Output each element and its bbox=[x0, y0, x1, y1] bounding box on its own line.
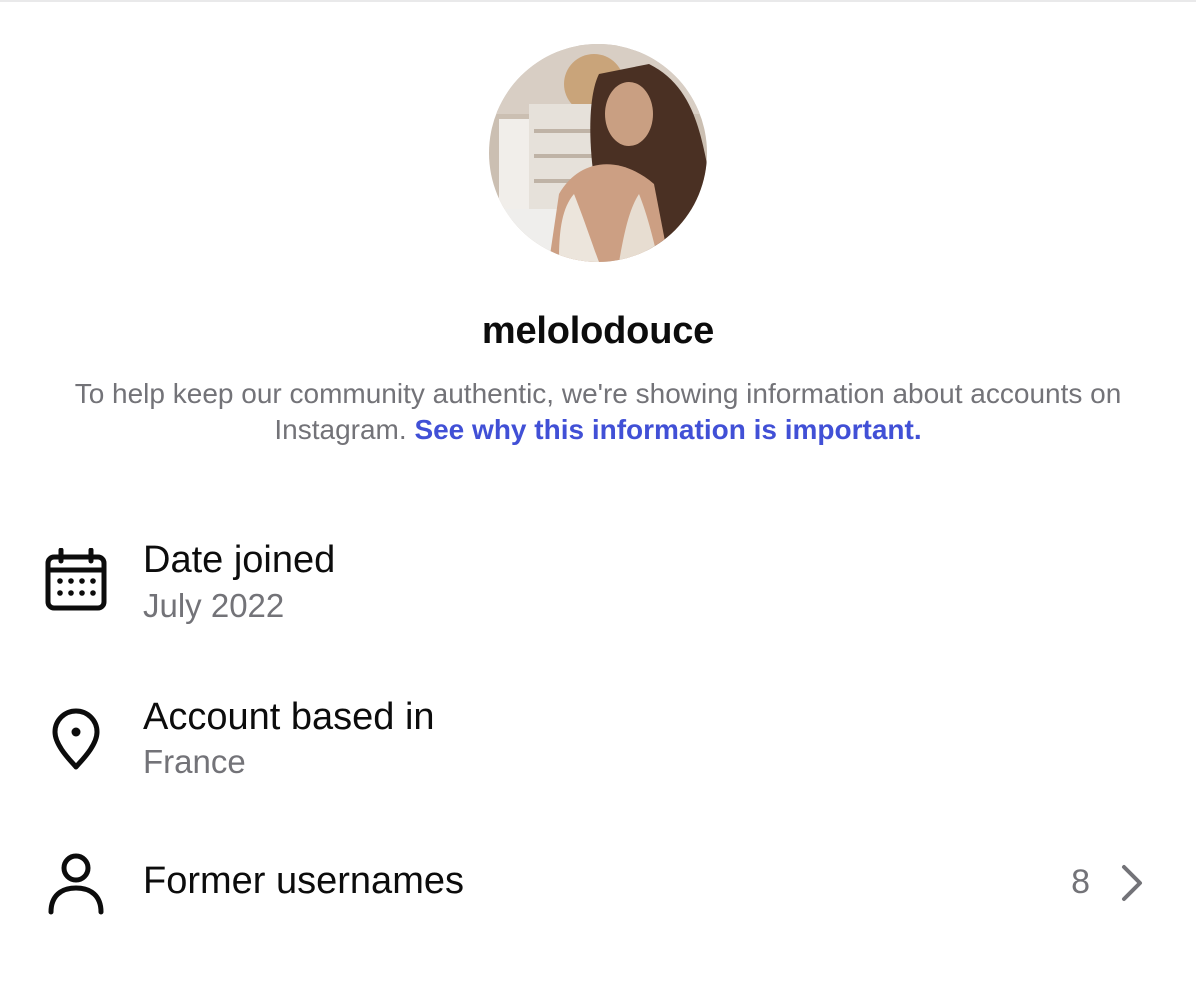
account-location-value: France bbox=[143, 743, 246, 780]
former-usernames-count: 8 bbox=[1071, 863, 1090, 901]
former-usernames-row[interactable]: Former usernames 8 bbox=[0, 848, 1196, 918]
date-joined-label: Date joined bbox=[143, 539, 336, 581]
username: melolodouce bbox=[481, 310, 715, 352]
account-location-label: Account based in bbox=[143, 696, 435, 738]
former-usernames-label: Former usernames bbox=[143, 860, 464, 902]
profile-avatar bbox=[489, 44, 707, 262]
date-joined-value: July 2022 bbox=[143, 587, 285, 624]
authenticity-notice: To help keep our community authentic, we… bbox=[60, 376, 1136, 448]
calendar-icon bbox=[44, 548, 108, 612]
chevron-right-icon[interactable] bbox=[1120, 864, 1144, 907]
date-joined-row: Date joined July 2022 bbox=[0, 532, 1196, 642]
see-why-link[interactable]: See why this information is important. bbox=[414, 414, 921, 445]
location-pin-icon bbox=[44, 706, 108, 770]
person-icon bbox=[44, 852, 108, 916]
account-location-row: Account based in France bbox=[0, 690, 1196, 800]
account-info-page: melolodouce To help keep our community a… bbox=[0, 0, 1196, 1000]
